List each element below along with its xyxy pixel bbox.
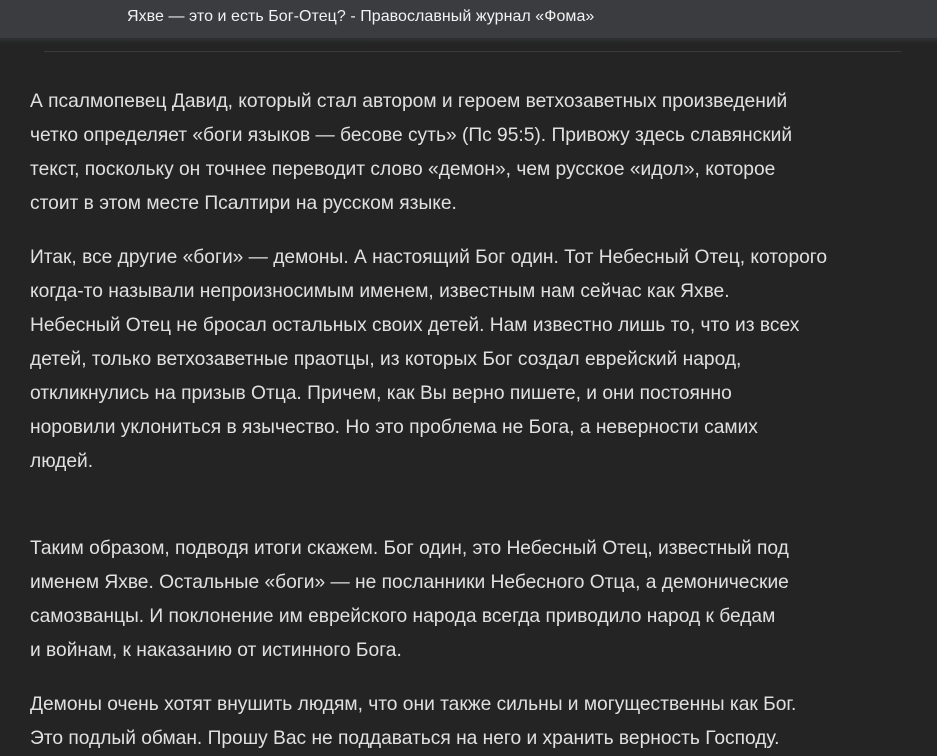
title-bar-shadow [0, 39, 937, 43]
article-paragraph: А псалмопевец Давид, который стал авторо… [30, 91, 793, 214]
article-body: А псалмопевец Давид, который стал авторо… [30, 85, 920, 756]
article-paragraph: Демоны очень хотят внушить людям, что он… [30, 694, 797, 749]
window-title-bar: Яхве — это и есть Бог-Отец? - Православн… [0, 0, 937, 39]
article-paragraph: Итак, все другие «боги» — демоны. А наст… [30, 247, 828, 472]
article-paragraph: Таким образом, подводя итоги скажем. Бог… [30, 538, 789, 661]
window-title: Яхве — это и есть Бог-Отец? - Православн… [127, 8, 595, 25]
article-divider [44, 51, 901, 52]
